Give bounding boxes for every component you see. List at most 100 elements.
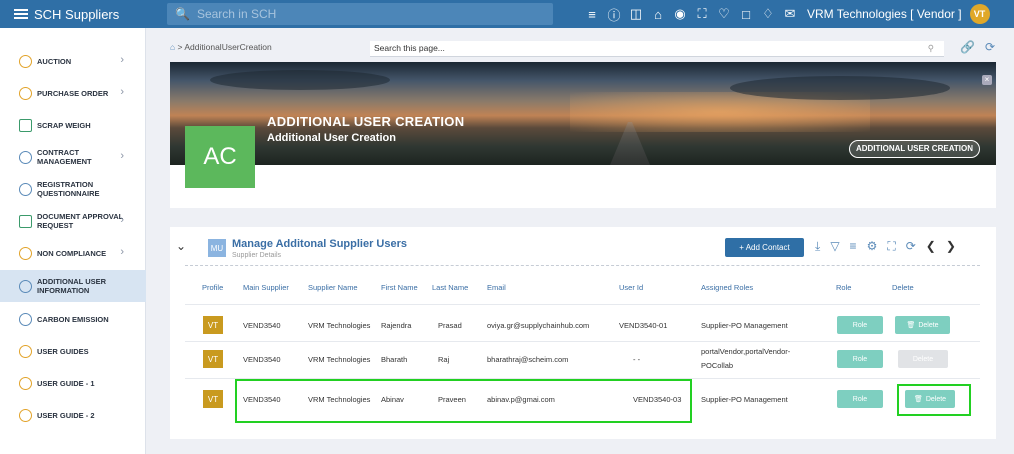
- last-name: Raj: [438, 355, 450, 364]
- sidebar-item-registration-questionnaire[interactable]: REGISTRATION QUESTIONNAIRE: [0, 174, 146, 204]
- sidebar-item-auction[interactable]: AUCTION ›: [0, 46, 146, 76]
- sidebar-item-document-approval[interactable]: DOCUMENT APPROVAL REQUEST ›: [0, 206, 146, 236]
- brand[interactable]: SCH Suppliers: [0, 0, 146, 28]
- add-contact-button[interactable]: + Add Contact: [725, 238, 804, 257]
- col-assigned-roles: Assigned Roles: [701, 283, 754, 292]
- refresh-icon[interactable]: ⟳: [985, 40, 995, 54]
- delete-label: Delete: [918, 321, 939, 329]
- hamburger-menu-icon[interactable]: [14, 9, 28, 19]
- list-icon[interactable]: ≡: [850, 239, 857, 254]
- supplier-name: VRM Technologies: [308, 355, 371, 364]
- sidebar-item-label: NON COMPLIANCE: [37, 248, 107, 258]
- clock-icon: [19, 150, 32, 164]
- banner-card: × AC ADDITIONAL USER CREATION Additional…: [170, 62, 996, 208]
- bell-icon[interactable]: ♢: [761, 6, 775, 22]
- col-supplier-name: Supplier Name: [308, 283, 358, 292]
- clock-icon: [19, 279, 32, 293]
- home-icon: [19, 118, 32, 132]
- sidebar-item-label: SCRAP WEIGH: [37, 120, 91, 130]
- sidebar-item-user-guides[interactable]: USER GUIDES: [0, 336, 146, 366]
- sidebar-item-user-guide-1[interactable]: USER GUIDE - 1: [0, 368, 146, 398]
- breadcrumb-current: AdditionalUserCreation: [184, 42, 272, 52]
- page-subtitle: Additional User Creation: [267, 132, 396, 144]
- delete-button[interactable]: 🗑 Delete: [895, 316, 950, 334]
- divider: [185, 341, 980, 342]
- sidebar-item-label: CONTRACT MANAGEMENT: [37, 148, 92, 166]
- divider: [185, 265, 980, 266]
- page-tools: 🔗 ⟳: [960, 40, 995, 54]
- email: oviya.gr@supplychainhub.com: [487, 321, 590, 330]
- chat-icon[interactable]: □: [739, 7, 753, 22]
- delete-label: Delete: [912, 355, 934, 363]
- fullscreen-icon[interactable]: ⛶: [887, 239, 895, 254]
- page-search-input[interactable]: Search this page... ⚲: [370, 41, 944, 57]
- palette-icon[interactable]: ◉: [673, 6, 687, 22]
- question-icon: [19, 376, 32, 390]
- chevron-right-icon[interactable]: ❯: [946, 239, 956, 254]
- sidebar-item-purchase-order[interactable]: PURCHASE ORDER ›: [0, 78, 146, 108]
- link-icon[interactable]: 🔗: [960, 40, 975, 54]
- chevron-right-icon: ›: [120, 54, 124, 67]
- sidebar-item-additional-user-information[interactable]: ADDITIONAL USER INFORMATION: [0, 270, 146, 302]
- col-first-name: First Name: [381, 283, 418, 292]
- user-avatar[interactable]: VT: [969, 4, 990, 24]
- global-search-input[interactable]: 🔍 Search in SCH: [167, 3, 553, 25]
- role-button[interactable]: Role: [837, 390, 883, 408]
- home-icon[interactable]: ⌂: [170, 42, 175, 52]
- avatar: VT: [203, 390, 223, 408]
- company-name[interactable]: VRM Technologies [ Vendor ]: [807, 7, 962, 21]
- assigned-roles: portalVendor,portalVendor-POCollab: [701, 347, 791, 370]
- inbox-icon: [19, 214, 32, 228]
- col-delete: Delete: [892, 283, 914, 292]
- question-icon: [19, 408, 32, 422]
- help-icon[interactable]: ⓘ: [607, 5, 621, 24]
- assigned-roles: Supplier-PO Management: [701, 321, 788, 330]
- sidebar-item-label: DOCUMENT APPROVAL REQUEST: [37, 212, 124, 230]
- home-icon[interactable]: ⌂: [651, 7, 665, 22]
- chevron-right-icon: ›: [120, 150, 124, 163]
- user-id: VEND3540-01: [619, 321, 668, 330]
- chevron-right-icon: ›: [120, 86, 124, 99]
- top-icons: ≡ ⓘ ◫ ⌂ ◉ ⛶ ♡ □ ♢ ✉: [585, 5, 797, 24]
- sidebar-item-user-guide-2[interactable]: USER GUIDE - 2: [0, 400, 146, 430]
- users-icon: [19, 182, 32, 196]
- delete-highlight: [897, 384, 971, 416]
- assigned-roles: Supplier-PO Management: [701, 395, 788, 404]
- sidebar: AUCTION › PURCHASE ORDER › SCRAP WEIGH C…: [0, 28, 146, 454]
- avatar: VT: [203, 350, 223, 368]
- breadcrumb[interactable]: ⌂ > AdditionalUserCreation: [170, 42, 272, 52]
- col-last-name: Last Name: [432, 283, 469, 292]
- banner-pill-button[interactable]: ADDITIONAL USER CREATION: [848, 140, 980, 158]
- filter-icon[interactable]: ▽: [830, 239, 839, 254]
- refresh-icon[interactable]: ⟳: [906, 239, 916, 254]
- last-name: Prasad: [438, 321, 462, 330]
- page-search-placeholder: Search this page...: [374, 43, 445, 53]
- sidebar-item-non-compliance[interactable]: NON COMPLIANCE ›: [0, 238, 146, 268]
- chevron-right-icon: ›: [120, 246, 124, 259]
- list-icon[interactable]: ≡: [585, 7, 599, 22]
- download-icon[interactable]: ⤓: [815, 239, 820, 254]
- chevron-down-icon[interactable]: ⌄: [176, 239, 186, 253]
- sidebar-item-label: PURCHASE ORDER: [37, 88, 109, 98]
- chevron-left-icon[interactable]: ❮: [926, 239, 936, 254]
- sidebar-item-label: REGISTRATION QUESTIONNAIRE: [37, 180, 100, 198]
- col-user-id: User Id: [619, 283, 644, 292]
- gear-icon[interactable]: ⚙: [867, 239, 878, 254]
- search-icon: 🔍: [175, 7, 190, 21]
- close-icon[interactable]: ×: [982, 75, 992, 85]
- section-title: Manage Additonal Supplier Users: [232, 238, 408, 250]
- sidebar-item-scrap-weigh[interactable]: SCRAP WEIGH: [0, 110, 146, 140]
- sidebar-item-carbon-emission[interactable]: CARBON EMISSION: [0, 304, 146, 334]
- section-badge: MU: [208, 239, 226, 257]
- role-button[interactable]: Role: [837, 316, 883, 334]
- role-button[interactable]: Role: [837, 350, 883, 368]
- col-profile: Profile: [202, 283, 224, 292]
- clipboard-icon[interactable]: ◫: [629, 6, 643, 22]
- heart-icon[interactable]: ♡: [717, 6, 731, 22]
- expand-icon[interactable]: ⛶: [695, 6, 709, 22]
- mail-icon[interactable]: ✉: [783, 6, 797, 22]
- clock-icon: [19, 86, 32, 100]
- sidebar-item-contract-management[interactable]: CONTRACT MANAGEMENT ›: [0, 142, 146, 172]
- supplier-name: VRM Technologies: [308, 321, 371, 330]
- col-role: Role: [836, 283, 852, 292]
